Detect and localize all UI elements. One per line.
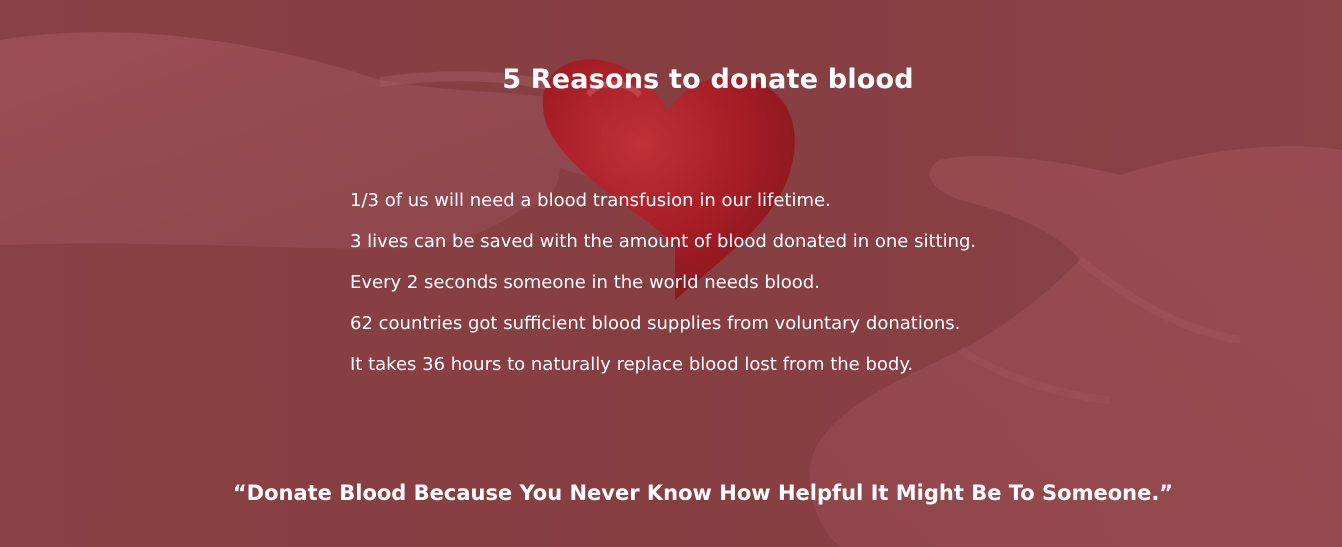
quote-text: “Donate Blood Because You Never Know How…: [232, 481, 1174, 505]
reasons-list: 1/3 of us will need a blood transfusion …: [350, 180, 976, 385]
reason-item: 1/3 of us will need a blood transfusion …: [350, 190, 831, 211]
reason-item: 62 countries got sufficient blood suppli…: [350, 313, 961, 334]
section-title: 5 Reasons to donate blood: [502, 64, 914, 96]
reason-item: It takes 36 hours to naturally replace b…: [350, 354, 914, 375]
reason-item: 3 lives can be saved with the amount of …: [350, 231, 977, 252]
reason-item: Every 2 seconds someone in the world nee…: [350, 272, 820, 293]
reasons-hero-section: 5 Reasons to donate blood 1/3 of us will…: [0, 0, 1342, 547]
